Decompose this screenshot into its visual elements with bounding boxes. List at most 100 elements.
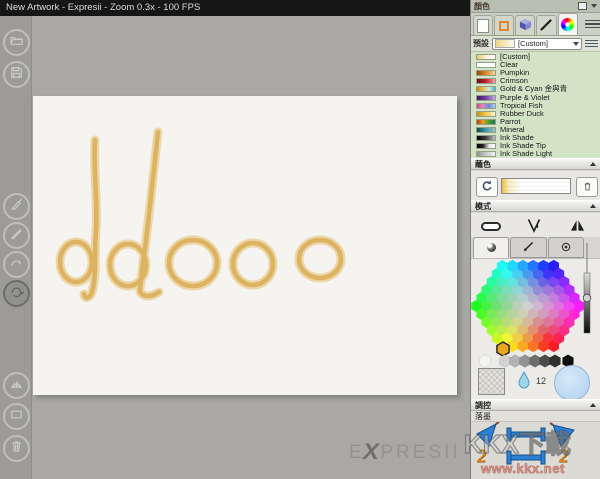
grayscale-hex[interactable]	[479, 354, 491, 368]
save-floppy-icon	[9, 65, 24, 85]
dip-section-header[interactable]: 蘸色	[471, 158, 600, 170]
chevron-down-icon[interactable]	[591, 4, 597, 8]
frame-icon	[9, 407, 24, 427]
mode-nib-button[interactable]	[522, 218, 546, 234]
smudge-tool-button[interactable]	[3, 251, 30, 278]
dip-content	[471, 171, 600, 200]
clear-canvas-button[interactable]	[3, 435, 30, 462]
tab-crop[interactable]	[494, 15, 515, 35]
panel-tabs	[471, 13, 600, 36]
smudge-icon	[9, 255, 24, 275]
flat-pill-icon	[481, 221, 501, 231]
redo-button[interactable]	[3, 280, 30, 307]
preset-label: 預設	[473, 39, 489, 48]
pen-icon	[9, 226, 24, 246]
mode-bowtie-button[interactable]	[565, 218, 589, 234]
dip-gradient-bar[interactable]	[501, 178, 571, 194]
grayscale-hex[interactable]	[549, 354, 561, 368]
fan-view-button[interactable]	[3, 372, 30, 399]
preset-swatch	[476, 78, 496, 85]
panel-title: 顏色	[474, 1, 490, 11]
bowtie-icon	[570, 219, 585, 234]
preset-dropdown-value: [Custom]	[518, 39, 549, 48]
window-title: New Artwork - Expresii - Zoom 0.3x - 100…	[6, 2, 201, 13]
preset-item[interactable]: [Custom]	[471, 53, 600, 61]
canvas[interactable]	[33, 96, 457, 395]
preset-swatch	[476, 151, 496, 158]
paper-icon	[477, 18, 490, 33]
open-button[interactable]	[3, 29, 30, 56]
dropdown-chevron-icon	[573, 41, 579, 46]
paint-strokes	[55, 127, 346, 303]
panel-header[interactable]: 顏色	[471, 0, 600, 13]
color-panel: 顏色 預設 [Custom] [Custom] Clear Pumpkin Cr…	[470, 0, 600, 479]
save-button[interactable]	[3, 61, 30, 88]
mode-section-header[interactable]: 模式	[471, 200, 600, 212]
brush-icon	[9, 197, 24, 217]
fan-icon	[9, 376, 24, 396]
dip-reset-button[interactable]	[476, 177, 498, 197]
water-drop-icon[interactable]	[516, 370, 532, 391]
logo-x: X	[362, 440, 383, 465]
preset-item[interactable]: Ink Shade Light	[471, 150, 600, 158]
water-count: 12	[536, 376, 547, 386]
preset-swatch	[476, 62, 496, 69]
app-window: New Artwork - Expresii - Zoom 0.3x - 100…	[0, 0, 600, 479]
preset-item[interactable]: Rubber Duck	[471, 109, 600, 118]
preset-item[interactable]: Clear	[471, 61, 600, 69]
ink-controls: 2 2	[471, 422, 600, 479]
preset-swatch	[476, 102, 496, 109]
preset-options-button[interactable]	[585, 38, 598, 50]
preset-swatch	[476, 86, 496, 93]
grayscale-hex[interactable]	[509, 354, 521, 368]
brush-tool-button[interactable]	[3, 193, 30, 220]
slider-knob[interactable]	[582, 293, 592, 303]
control-title: 調控	[475, 400, 491, 410]
open-folder-icon	[9, 33, 24, 53]
refresh-icon	[481, 180, 493, 194]
tab-color[interactable]	[557, 13, 578, 35]
control-section-header[interactable]: 調控	[471, 399, 600, 411]
collapse-icon	[590, 403, 596, 407]
brush-size-preview[interactable]	[554, 365, 590, 401]
preset-name: Ink Shade Light	[500, 149, 553, 158]
value-slider-bar[interactable]	[583, 272, 591, 334]
mode-flat-button[interactable]	[479, 218, 503, 234]
collapse-icon	[590, 204, 596, 208]
dip-delete-button[interactable]	[576, 177, 598, 197]
mode-content	[471, 213, 600, 237]
float-window-icon[interactable]	[578, 2, 587, 10]
preset-swatch	[476, 143, 496, 150]
crop-icon	[499, 20, 510, 31]
frame-button[interactable]	[3, 403, 30, 430]
preset-list: [Custom] Clear Pumpkin Crimson Gold & Cyan 金…	[471, 51, 600, 158]
grayscale-hex[interactable]	[539, 354, 551, 368]
preset-dropdown[interactable]: [Custom]	[492, 37, 582, 50]
left-toolbar	[0, 16, 32, 479]
preset-row: 預設 [Custom]	[471, 36, 600, 51]
paper-texture-swatch[interactable]	[478, 368, 505, 395]
ink-sliders-icon[interactable]	[504, 424, 548, 468]
preset-item[interactable]: Pumpkin	[471, 69, 600, 77]
tab-paper[interactable]	[473, 15, 494, 35]
tab-brush[interactable]	[536, 15, 557, 35]
grayscale-hex[interactable]	[529, 354, 541, 368]
redo-arrow-icon	[9, 284, 25, 304]
pen-tool-button[interactable]	[3, 222, 30, 249]
ink-value-left: 2	[477, 446, 487, 467]
grayscale-hex[interactable]	[519, 354, 531, 368]
grayscale-hex[interactable]	[499, 354, 511, 368]
tab-cube[interactable]	[515, 15, 536, 35]
expresii-logo: EXPRESII	[349, 440, 461, 465]
panel-menu-button[interactable]	[584, 16, 600, 32]
preset-item[interactable]: Mineral	[471, 125, 600, 134]
preset-swatch	[476, 118, 496, 125]
collapse-icon	[590, 162, 596, 166]
preset-item[interactable]: Parrot	[471, 117, 600, 126]
color-hex-svg[interactable]	[471, 240, 600, 375]
trash-icon	[582, 181, 593, 194]
mode-title: 模式	[475, 201, 491, 211]
preset-swatch	[476, 70, 496, 77]
preset-swatch	[476, 134, 496, 141]
selected-color-hex[interactable]	[496, 341, 510, 357]
